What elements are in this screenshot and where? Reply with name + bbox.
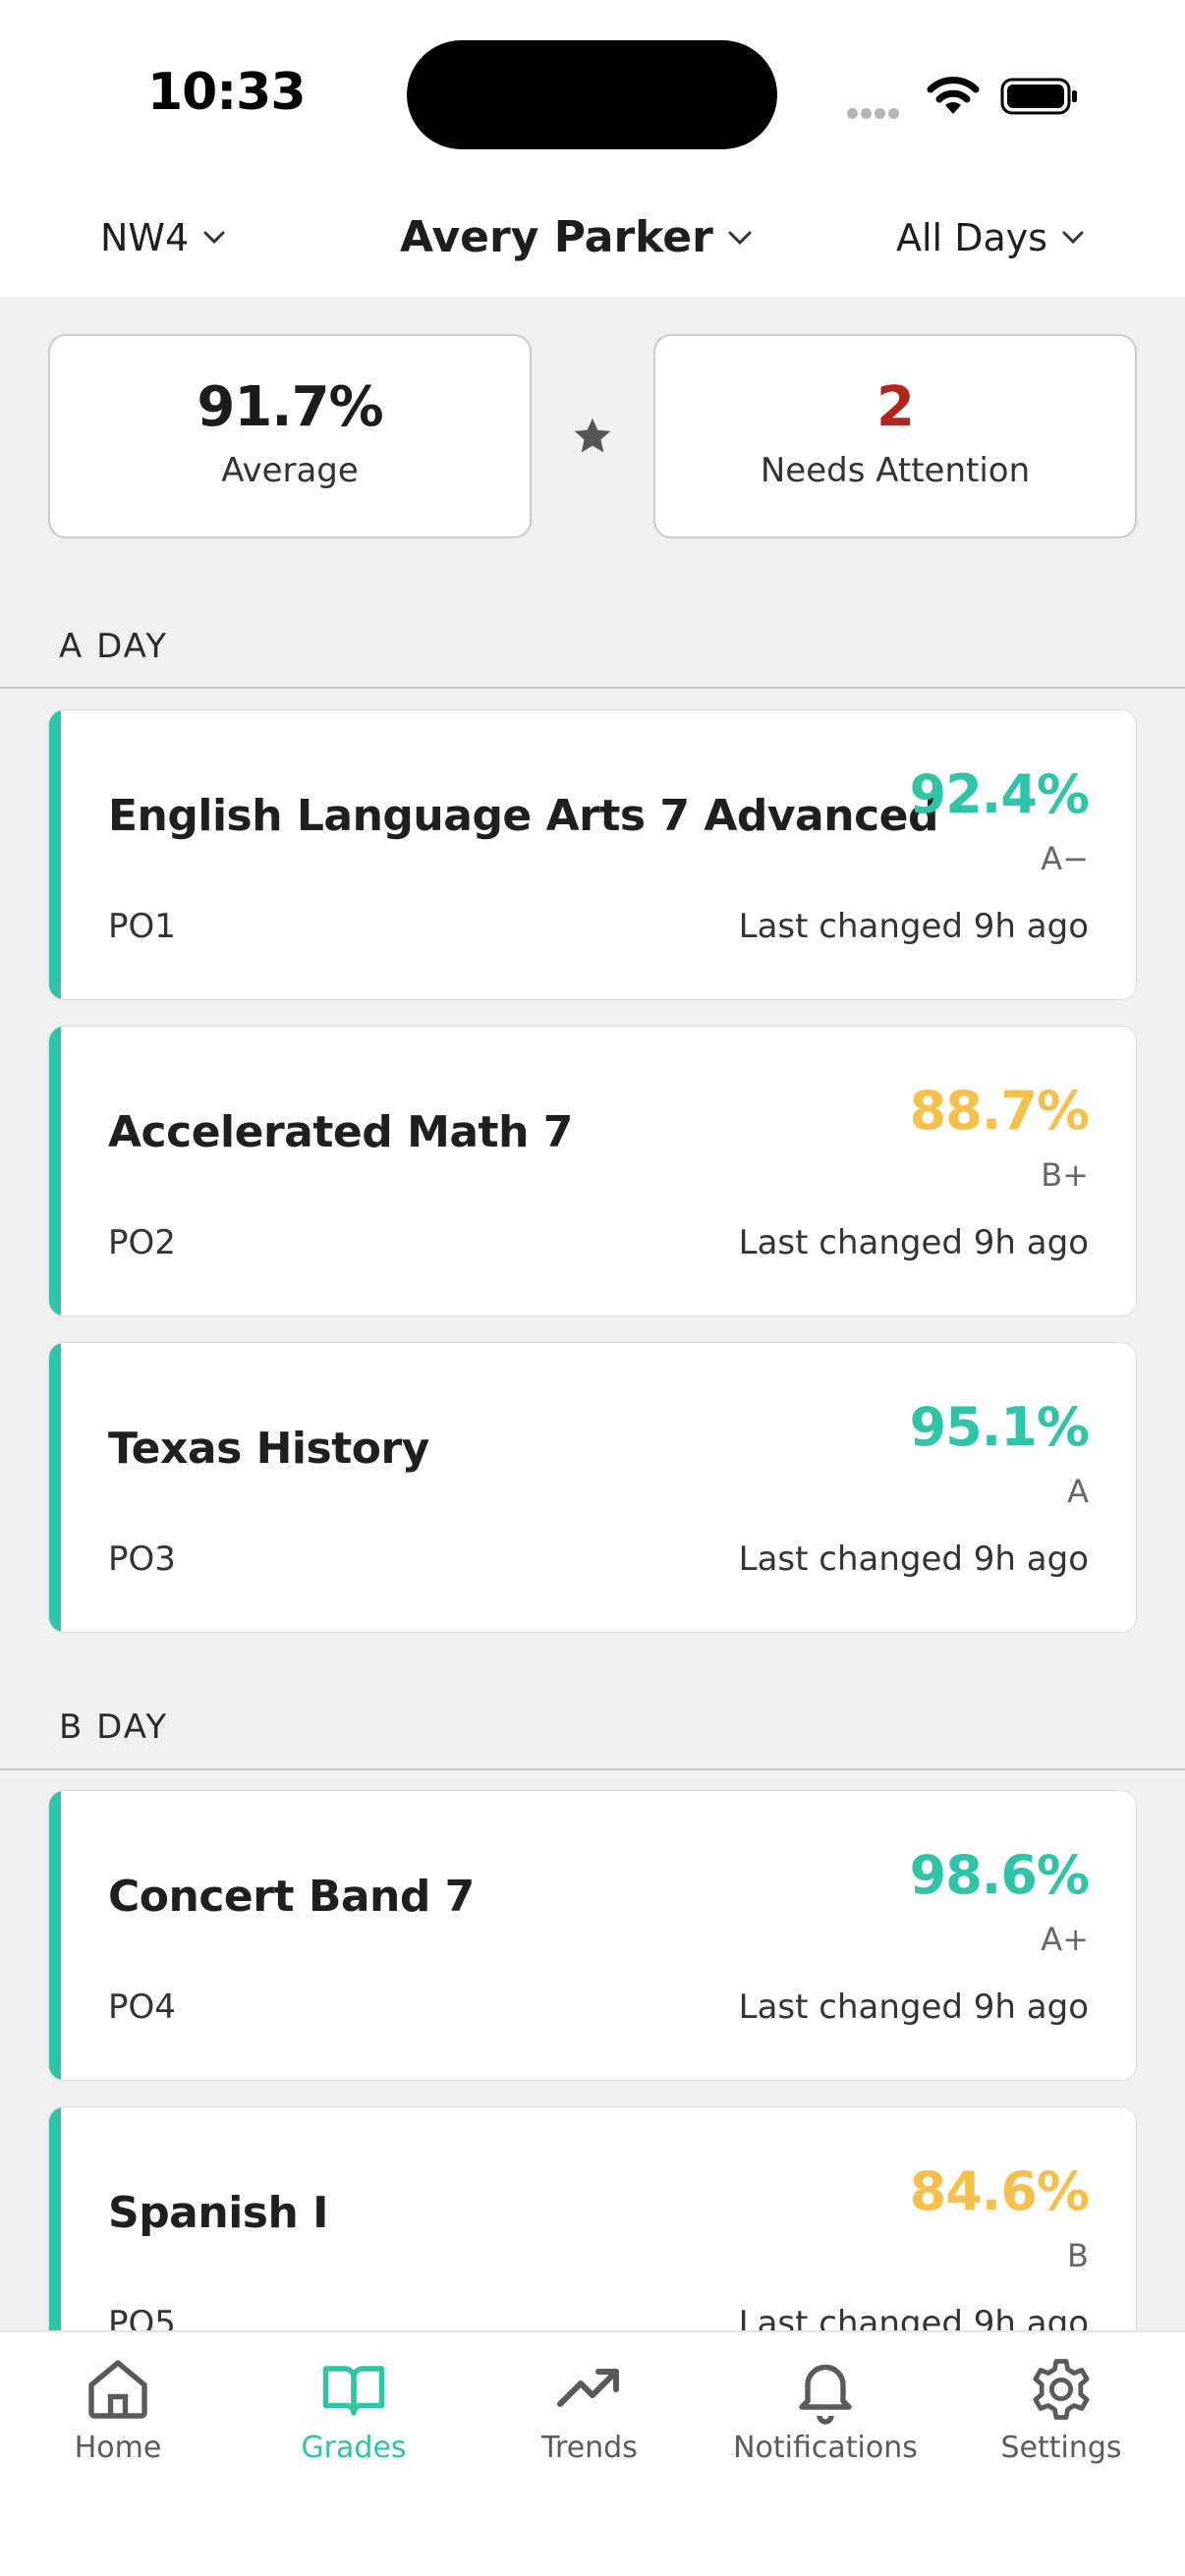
course-accent-bar xyxy=(49,1343,61,1632)
bell-icon xyxy=(799,2364,852,2425)
tab-home[interactable]: Home xyxy=(0,2354,236,2465)
wifi-icon xyxy=(927,77,980,114)
battery-icon xyxy=(1000,78,1077,115)
student-selector-label: Avery Parker xyxy=(400,212,713,262)
star-icon[interactable] xyxy=(571,415,614,458)
course-name: Texas History xyxy=(108,1424,429,1474)
course-name: English Language Arts 7 Advanced xyxy=(108,791,939,841)
bottom-tab-bar: Home Grades Trends Notifications Setting… xyxy=(0,2330,1185,2576)
course-card[interactable]: English Language Arts 7 Advanced 92.4% A… xyxy=(48,709,1137,1000)
tab-grades-label: Grades xyxy=(301,2431,407,2465)
course-period: PO1 xyxy=(108,907,176,946)
status-time: 10:33 xyxy=(147,63,307,122)
course-letter-grade: A xyxy=(1067,1473,1089,1510)
course-card[interactable]: Concert Band 7 98.6% A+ PO4 Last changed… xyxy=(48,1790,1137,2081)
course-percent: 95.1% xyxy=(909,1396,1090,1458)
needs-attention-card[interactable]: 2 Needs Attention xyxy=(653,334,1137,538)
course-accent-bar xyxy=(49,1791,61,2080)
course-percent: 92.4% xyxy=(909,763,1090,825)
course-name: Spanish I xyxy=(108,2188,329,2238)
section-title-b-day: B DAY xyxy=(59,1708,169,1747)
course-percent: 84.6% xyxy=(909,2160,1090,2222)
gear-icon xyxy=(1033,2359,1090,2420)
course-last-changed: Last changed 9h ago xyxy=(738,1540,1089,1579)
chevron-down-icon xyxy=(203,231,225,245)
section-title-a-day: A DAY xyxy=(59,627,169,666)
period-selector-label: NW4 xyxy=(100,216,190,259)
period-selector[interactable]: NW4 xyxy=(100,216,226,259)
tab-trends-label: Trends xyxy=(541,2431,638,2465)
section-divider xyxy=(0,687,1185,689)
tab-settings[interactable]: Settings xyxy=(943,2354,1179,2465)
section-divider xyxy=(0,1768,1185,1770)
course-period: PO4 xyxy=(108,1988,176,2027)
course-letter-grade: B xyxy=(1067,2237,1089,2274)
chevron-down-icon xyxy=(728,231,752,245)
tab-home-label: Home xyxy=(74,2431,162,2465)
student-selector[interactable]: Avery Parker xyxy=(400,212,753,262)
course-letter-grade: B+ xyxy=(1041,1156,1089,1194)
days-selector-label: All Days xyxy=(896,216,1048,259)
course-last-changed: Last changed 9h ago xyxy=(738,1988,1089,2027)
trend-icon xyxy=(557,2369,619,2407)
needs-attention-count: 2 xyxy=(876,375,915,439)
course-card[interactable]: Accelerated Math 7 88.7% B+ PO2 Last cha… xyxy=(48,1026,1137,1316)
dynamic-island xyxy=(407,40,777,149)
tab-settings-label: Settings xyxy=(1000,2431,1122,2465)
book-icon xyxy=(322,2366,385,2416)
tab-notifications-label: Notifications xyxy=(733,2431,918,2465)
course-percent: 98.6% xyxy=(909,1844,1090,1906)
status-bar: 10:33 xyxy=(0,0,1185,187)
cellular-signal-icon xyxy=(847,104,902,123)
course-percent: 88.7% xyxy=(909,1080,1090,1142)
tab-notifications[interactable]: Notifications xyxy=(707,2354,943,2465)
course-name: Concert Band 7 xyxy=(108,1872,475,1922)
chevron-down-icon xyxy=(1062,231,1084,245)
tab-trends[interactable]: Trends xyxy=(472,2354,707,2465)
course-last-changed: Last changed 9h ago xyxy=(738,907,1089,946)
days-selector[interactable]: All Days xyxy=(896,216,1085,259)
top-nav: NW4 Avery Parker All Days xyxy=(0,187,1185,297)
tab-grades[interactable]: Grades xyxy=(236,2354,472,2465)
course-period: PO2 xyxy=(108,1223,176,1262)
course-last-changed: Last changed 9h ago xyxy=(738,1223,1089,1262)
average-value: 91.7% xyxy=(197,375,383,439)
course-accent-bar xyxy=(49,710,61,999)
course-accent-bar xyxy=(49,1027,61,1316)
average-label: Average xyxy=(221,451,359,490)
average-card: 91.7% Average xyxy=(48,334,532,538)
course-letter-grade: A+ xyxy=(1041,1921,1089,1958)
course-period: PO3 xyxy=(108,1540,176,1579)
needs-attention-label: Needs Attention xyxy=(760,451,1031,490)
home-icon xyxy=(88,2360,147,2419)
course-card[interactable]: Texas History 95.1% A PO3 Last changed 9… xyxy=(48,1342,1137,1633)
course-name: Accelerated Math 7 xyxy=(108,1107,573,1157)
course-letter-grade: A− xyxy=(1041,840,1089,877)
